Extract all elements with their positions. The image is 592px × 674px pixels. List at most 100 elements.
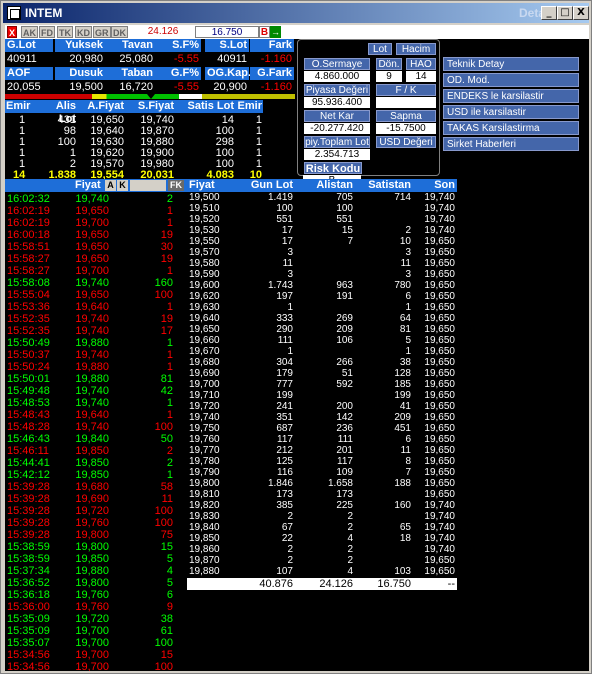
link-usd-ile-karsilastir[interactable]: USD ile karsilastir [443,105,579,119]
depth-table[interactable]: 19,500 1.419 705 714 19,740 19,510 100 100 19,74… [187,192,457,578]
link-sirket-haberleri[interactable]: Sirket Haberleri [443,137,579,151]
orderbook-header: A.Fiyat [77,100,125,113]
toolbar-gr-button[interactable]: GR [93,26,111,38]
trade-time: 15:58:08 [7,277,50,289]
trade-time: 15:50:01 [7,373,50,385]
trade-lot: 100 [154,421,173,433]
summary-value: 16,720 [119,81,153,93]
depth-header: Son [434,179,455,191]
trade-price: 19,740 [75,193,109,205]
trade-price: 19,740 [75,277,109,289]
ts-k-button[interactable]: K [117,180,128,191]
toolbar-ak-button[interactable]: AK [21,26,38,38]
trade-time: 15:37:34 [7,565,50,577]
trade-time: 15:49:48 [7,385,50,397]
trade-time: 15:50:37 [7,349,50,361]
link-takas-karsilastirma[interactable]: TAKAS Karsilastirma [443,121,579,135]
trade-price: 19,650 [75,205,109,217]
ts-filter-input[interactable] [130,180,166,191]
trade-price: 19,880 [75,337,109,349]
trade-lot: 5 [166,553,173,565]
trade-price: 19,650 [75,253,109,265]
trade-lot: 6 [166,589,173,601]
trade-time: 15:38:59 [7,541,50,553]
trade-lot: 19 [160,253,173,265]
link-endeks-le-karsilastir[interactable]: ENDEKS le karsilastir [443,89,579,103]
trade-lot: 100 [154,517,173,529]
ts-a-button[interactable]: A [105,180,116,191]
arrow-right-icon[interactable]: → [270,26,281,38]
hacim-button[interactable]: Hacim [396,43,436,55]
link-od-mod-[interactable]: OD. Mod. [443,73,579,87]
lot-button[interactable]: Lot [368,43,392,55]
link-teknik-detay[interactable]: Teknik Detay [443,57,579,71]
orderbook-header: Satis Lot [175,100,235,113]
trade-price: 19,880 [75,373,109,385]
trade-time: 15:39:28 [7,517,50,529]
depth-total-cell: 16.750 [377,578,411,590]
trade-time: 15:44:41 [7,457,50,469]
trade-lot: 160 [154,277,173,289]
trade-time: 15:35:09 [7,625,50,637]
trade-price: 19,700 [75,217,109,229]
depth-header: Alistan [316,179,353,191]
trade-price: 19,740 [75,313,109,325]
summary-header: S.Lot [205,39,249,52]
trade-lot: 42 [160,385,173,397]
trade-lot: 75 [160,529,173,541]
trade-lot: 15 [160,541,173,553]
ts-fiyat-header: Fiyat [75,179,101,191]
toolbar-kd-button[interactable]: KD [75,26,92,38]
trade-price: 19,720 [75,613,109,625]
depth-cell: 4 [347,566,353,577]
ts-fk-button[interactable]: FK [168,180,184,191]
depth-row[interactable]: 19,880 107 4 103 19,650 [187,566,457,578]
summary-value: 19,500 [69,81,103,93]
trade-price: 19,650 [75,229,109,241]
summary-header: G.Lot [5,39,53,52]
b-button[interactable]: B [259,26,270,38]
close-button[interactable]: X [573,6,589,20]
trade-time: 16:00:18 [7,229,50,241]
o-sermaye-value: 4.860.000 [304,71,370,82]
summary-value: 20,980 [69,53,103,65]
depth-total-cell: 24.126 [319,578,353,590]
summary-header: Yuksek [55,39,105,52]
summary-header: AOF [5,67,53,80]
trade-time: 15:39:28 [7,505,50,517]
toolbar-fd-button[interactable]: FD [39,26,55,38]
trade-time: 15:34:56 [7,649,50,661]
sapma-value: -15.7500 [376,123,436,134]
trade-lot: 4 [166,565,173,577]
title-bar[interactable]: INTEM Detay _ □ X [3,3,589,23]
toolbar-close-button[interactable]: X [7,26,18,38]
trade-lot: 1 [166,361,173,373]
trade-price: 19,700 [75,661,109,671]
toolbar-dk-button[interactable]: DK [111,26,128,38]
summary-value: -1.160 [260,53,292,65]
minimize-button[interactable]: _ [541,6,557,20]
trade-lot: 1 [166,337,173,349]
trade-lot: 5 [166,577,173,589]
trade-price: 19,740 [75,349,109,361]
summary-header: Dusuk [55,67,105,80]
toolbar-tk-button[interactable]: TK [57,26,73,38]
summary-header: Fark [250,39,294,52]
maximize-button[interactable]: □ [557,6,573,20]
summary-value: 20,900 [213,81,247,93]
depth-total-cell: -- [447,578,455,590]
trade-lot: 19 [160,229,173,241]
trade-lot: 1 [166,217,173,229]
trade-price: 19,880 [75,361,109,373]
summary-value: -1.160 [260,81,292,93]
trade-lot: 100 [154,661,173,671]
main-content: X AK FD TK KD GR DK 24.126 16.750 B → G.… [5,25,589,671]
info-panel: Lot Hacim O.Sermaye Dön. HAO 4.860.000 9… [297,39,440,176]
trade-price: 19,850 [75,457,109,469]
summary-header: Taban [105,67,155,80]
trade-lot: 1 [166,265,173,277]
trade-time: 15:58:27 [7,265,50,277]
trade-lot: 17 [160,325,173,337]
trade-lot: 1 [166,409,173,421]
usd-degeri-button[interactable]: USD Değeri [376,136,436,148]
